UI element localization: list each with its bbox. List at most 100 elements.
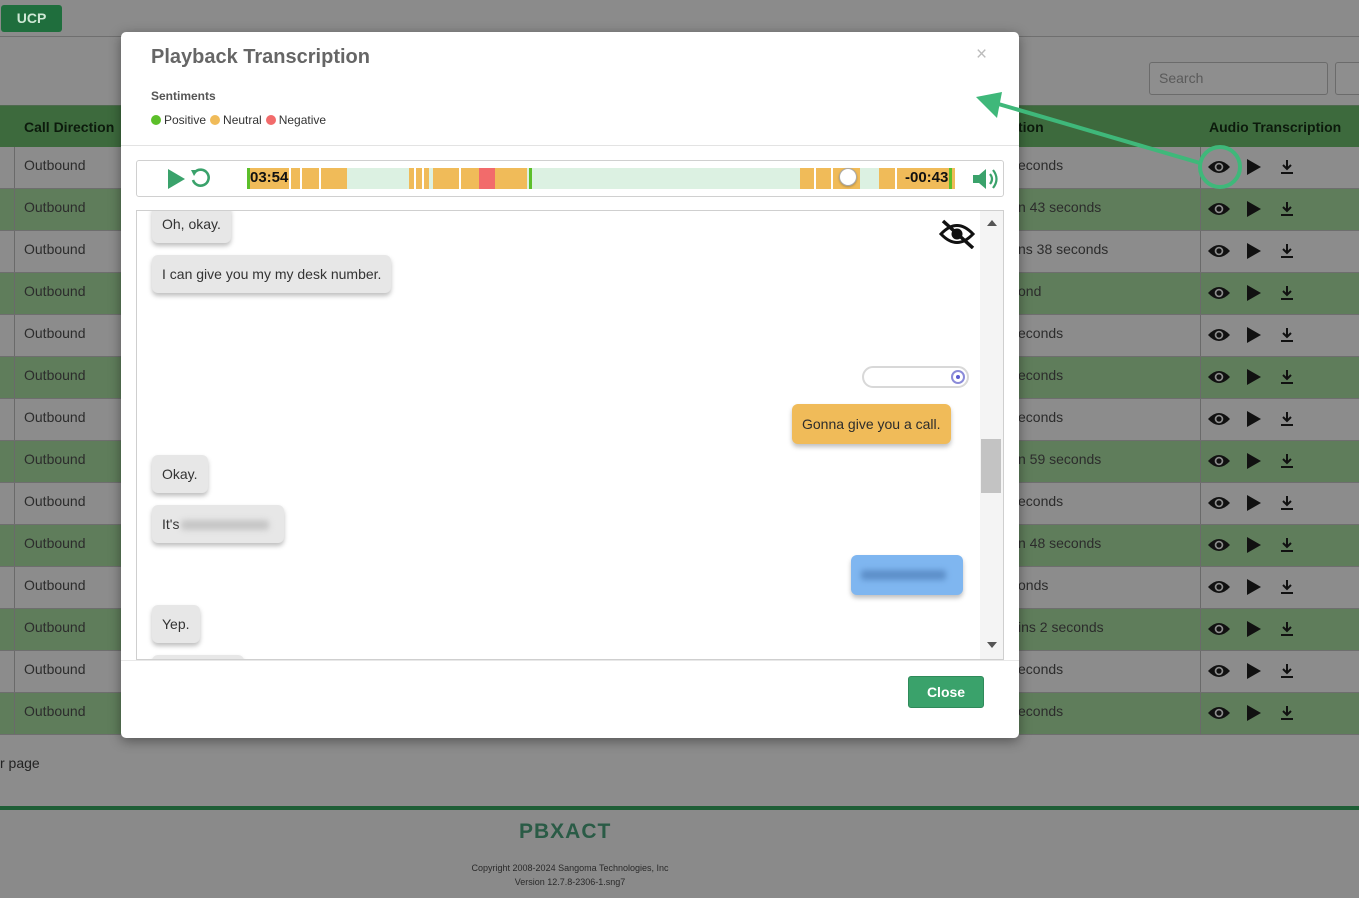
header-audio-transcription[interactable]: Audio Transcription <box>1209 106 1341 148</box>
per-page-text: r page <box>0 755 40 771</box>
header-call-direction[interactable]: Call Direction <box>24 106 114 148</box>
column-separator <box>14 693 15 734</box>
play-icon[interactable] <box>1241 533 1265 557</box>
column-separator <box>14 567 15 608</box>
download-icon[interactable] <box>1275 407 1299 431</box>
column-separator <box>14 273 15 314</box>
eye-icon[interactable] <box>1207 281 1231 305</box>
scroll-up-icon[interactable] <box>986 219 998 227</box>
play-icon[interactable] <box>1241 407 1265 431</box>
download-icon[interactable] <box>1275 323 1299 347</box>
play-icon[interactable] <box>1241 155 1265 179</box>
column-separator <box>14 609 15 650</box>
redacted-number <box>861 570 946 581</box>
call-direction-cell: Outbound <box>24 157 86 173</box>
volume-icon[interactable] <box>971 167 1001 191</box>
play-icon[interactable] <box>1241 197 1265 221</box>
eye-slash-icon[interactable] <box>939 219 975 249</box>
download-icon[interactable] <box>1275 197 1299 221</box>
download-icon[interactable] <box>1275 449 1299 473</box>
download-icon[interactable] <box>1275 155 1299 179</box>
call-direction-cell: Outbound <box>24 325 86 341</box>
transcript-panel: Oh, okay. I can give you my my desk numb… <box>136 210 1004 660</box>
column-separator <box>14 315 15 356</box>
radio-icon[interactable] <box>951 370 965 384</box>
play-icon[interactable] <box>1241 281 1265 305</box>
play-icon[interactable] <box>166 168 186 190</box>
download-icon[interactable] <box>1275 659 1299 683</box>
download-icon[interactable] <box>1275 617 1299 641</box>
download-icon[interactable] <box>1275 533 1299 557</box>
remaining-time: -00:43 <box>905 169 949 186</box>
row-actions <box>1207 365 1299 389</box>
scroll-down-icon[interactable] <box>986 641 998 649</box>
eye-icon[interactable] <box>1207 323 1231 347</box>
play-icon[interactable] <box>1241 239 1265 263</box>
transcript-scrollbar[interactable] <box>980 211 1003 659</box>
column-separator <box>14 651 15 692</box>
transcript-search-field[interactable] <box>862 366 969 388</box>
row-actions <box>1207 575 1299 599</box>
column-separator <box>1200 609 1201 650</box>
play-icon[interactable] <box>1241 575 1265 599</box>
column-separator <box>1200 483 1201 524</box>
eye-icon[interactable] <box>1207 407 1231 431</box>
call-direction-cell: Outbound <box>24 703 86 719</box>
play-icon[interactable] <box>1241 365 1265 389</box>
column-separator <box>14 441 15 482</box>
eye-icon[interactable] <box>1207 365 1231 389</box>
legend-positive: Positive <box>151 113 206 127</box>
close-button[interactable]: Close <box>908 676 984 708</box>
eye-icon[interactable] <box>1207 155 1231 179</box>
column-separator <box>1200 399 1201 440</box>
transcript-bubble-caller-redacted <box>851 555 963 595</box>
row-actions <box>1207 659 1299 683</box>
column-separator <box>1200 231 1201 272</box>
eye-icon[interactable] <box>1207 449 1231 473</box>
modal-footer-divider <box>121 660 1019 661</box>
play-icon[interactable] <box>1241 701 1265 725</box>
modal-title: Playback Transcription <box>151 46 370 68</box>
replay-icon[interactable] <box>189 167 211 189</box>
call-direction-cell: Outbound <box>24 619 86 635</box>
download-icon[interactable] <box>1275 239 1299 263</box>
ucp-button[interactable]: UCP <box>1 5 62 32</box>
transcript-bubble-caller: Gonna give you a call. <box>792 404 951 444</box>
download-icon[interactable] <box>1275 281 1299 305</box>
eye-icon[interactable] <box>1207 701 1231 725</box>
row-actions <box>1207 407 1299 431</box>
eye-icon[interactable] <box>1207 533 1231 557</box>
eye-icon[interactable] <box>1207 239 1231 263</box>
play-icon[interactable] <box>1241 449 1265 473</box>
transcript-bubble-agent: Yep. <box>152 605 200 643</box>
download-icon[interactable] <box>1275 491 1299 515</box>
header-duration[interactable]: tion <box>1018 106 1044 148</box>
search-options-button[interactable] <box>1335 62 1359 95</box>
eye-icon[interactable] <box>1207 659 1231 683</box>
scrollbar-thumb[interactable] <box>981 439 1001 493</box>
play-icon[interactable] <box>1241 659 1265 683</box>
row-actions <box>1207 197 1299 221</box>
play-icon[interactable] <box>1241 323 1265 347</box>
eye-icon[interactable] <box>1207 197 1231 221</box>
eye-icon[interactable] <box>1207 575 1231 599</box>
download-icon[interactable] <box>1275 575 1299 599</box>
copyright-text: Copyright 2008-2024 Sangoma Technologies… <box>471 863 669 873</box>
column-separator <box>1200 651 1201 692</box>
call-direction-cell: Outbound <box>24 451 86 467</box>
search-input[interactable]: Search <box>1149 62 1328 95</box>
download-icon[interactable] <box>1275 701 1299 725</box>
play-icon[interactable] <box>1241 491 1265 515</box>
modal-close-icon[interactable]: × <box>976 44 987 66</box>
redacted-number <box>181 520 270 531</box>
transcript-bubble-agent: Okay. <box>152 455 208 493</box>
transcript-bubble-agent: I can give you my my desk number. <box>152 255 392 293</box>
download-icon[interactable] <box>1275 365 1299 389</box>
sentiment-legend: Positive Neutral Negative <box>151 113 330 127</box>
playback-position-handle[interactable] <box>839 168 857 186</box>
modal-header-divider <box>121 145 1019 146</box>
play-icon[interactable] <box>1241 617 1265 641</box>
eye-icon[interactable] <box>1207 617 1231 641</box>
eye-icon[interactable] <box>1207 491 1231 515</box>
column-separator <box>14 189 15 230</box>
